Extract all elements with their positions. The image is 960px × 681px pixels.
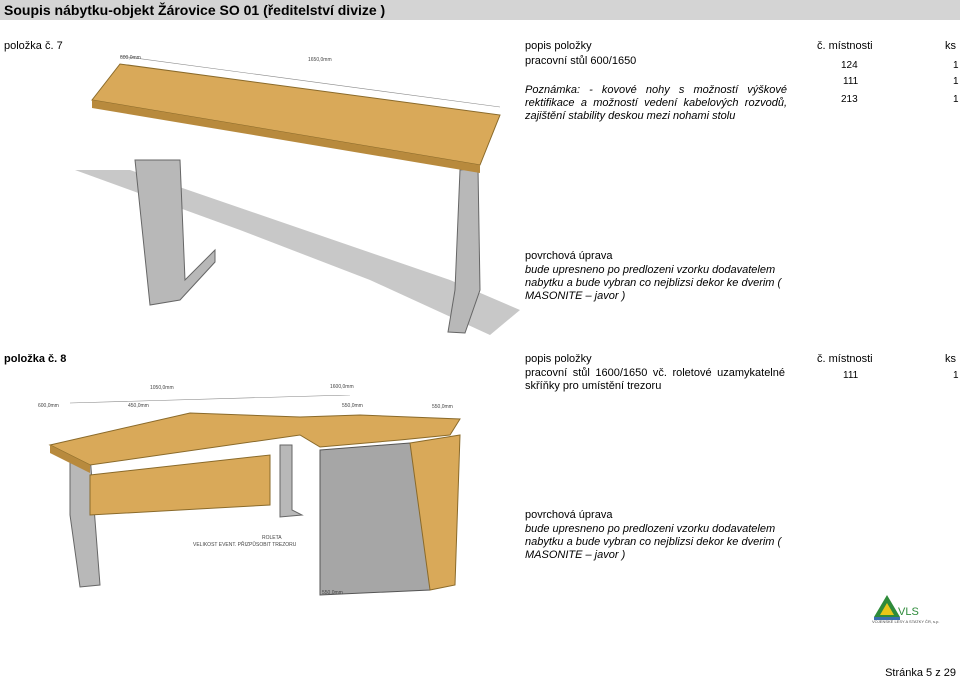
item-8-desc-header: popis položky	[525, 353, 592, 365]
desk-8-note-1: ROLETA	[262, 535, 282, 541]
vls-logo: VLS VOJENSKÉ LESY A STATKY ČR, s.p.	[872, 593, 942, 625]
page-footer: Stránka 5 z 29	[885, 667, 956, 679]
vls-logo-text: VLS	[898, 606, 919, 618]
item-8-room-1: 111	[843, 370, 859, 381]
item-7-note: Poznámka: - kovové nohy s možností výško…	[525, 84, 787, 122]
item-7-surface-header: povrchová úprava	[525, 250, 613, 262]
item-7-qty-header: ks	[945, 40, 956, 52]
item-8-label: položka č. 8	[4, 353, 67, 365]
desk-8-dim-5: 550,0mm	[342, 403, 363, 409]
page-title: Soupis nábytku-objekt Žárovice SO 01 (ře…	[0, 0, 960, 20]
item-8-surface-header: povrchová úprava	[525, 509, 613, 521]
item-7-room-2: 111	[843, 76, 859, 87]
item-7-desc-header: popis položky	[525, 40, 592, 52]
desk-8-note-2: VELIKOST EVENT. PŘIZPŮSOBIT TREZORU	[193, 542, 297, 548]
desk-7-left-leg	[134, 159, 216, 306]
desk-8-dim-1: 1050,0mm	[150, 385, 174, 391]
desk-7-dim-2: 1650,0mm	[308, 57, 332, 63]
vls-logo-subtext: VOJENSKÉ LESY A STATKY ČR, s.p.	[872, 619, 940, 624]
item-8-name: pracovní stůl 1600/1650 vč. roletové uza…	[525, 367, 785, 392]
desk-8-dim-6: 550,0mm	[432, 404, 453, 410]
desk-8-mid-leg	[279, 444, 304, 518]
item-8-room-header: č. místnosti	[817, 353, 873, 365]
item-7-qty-3: 1	[953, 94, 959, 105]
item-8-surface-text: bude upresneno po predlozeni vzorku doda…	[525, 523, 782, 561]
item-8-qty-header: ks	[945, 353, 956, 365]
desk-8-dim-line	[69, 395, 351, 404]
desk-8-dim-2: 1600,0mm	[330, 384, 354, 390]
desk-8-drawing	[48, 395, 461, 596]
desk-8-dim-3: 600,0mm	[38, 403, 59, 409]
item-7-qty-2: 1	[953, 76, 959, 87]
item-7-surface-text: bude upresneno po predlozeni vzorku doda…	[525, 264, 782, 302]
desk-7-drawing	[75, 55, 520, 335]
item-7-room-1: 124	[841, 60, 858, 71]
desk-8-modesty-panel	[89, 454, 271, 516]
item-7-name: pracovní stůl 600/1650	[525, 55, 637, 67]
item-7-room-header: č. místnosti	[817, 40, 873, 52]
item-7-room-3: 213	[841, 94, 858, 105]
desk-8-dim-4: 450,0mm	[128, 403, 149, 409]
item-7-qty-1: 1	[953, 60, 959, 71]
desk-7-dim-1: 600,0mm	[120, 55, 141, 61]
item-8-qty-1: 1	[953, 370, 959, 381]
desk-8-dim-7: 550,0mm	[322, 590, 343, 596]
